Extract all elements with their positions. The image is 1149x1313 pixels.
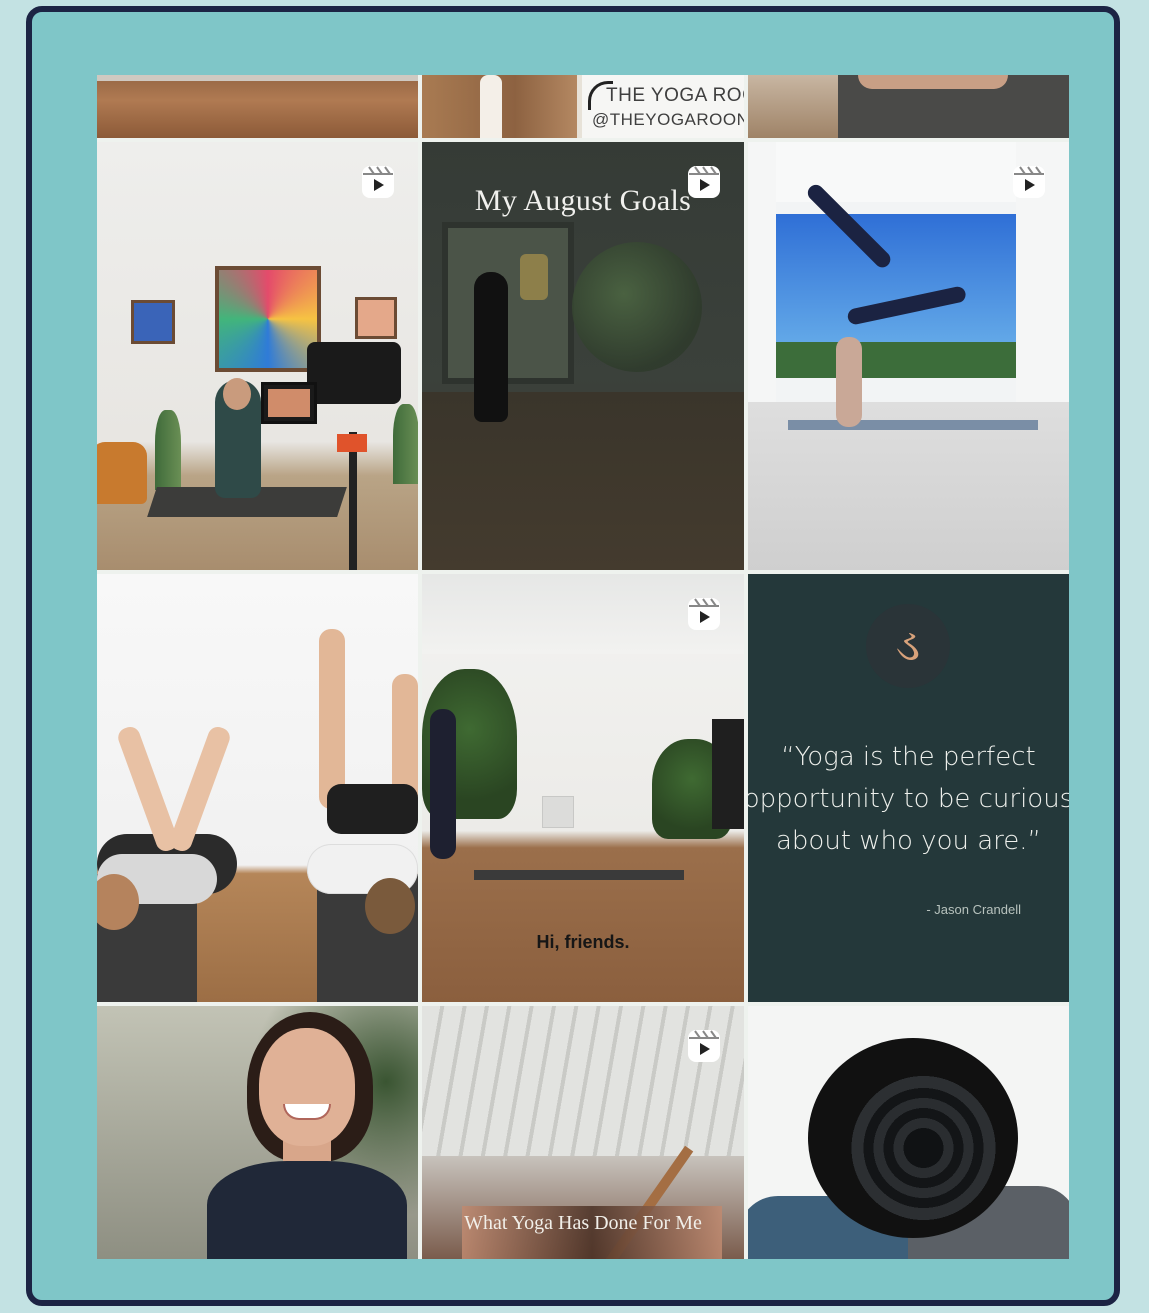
instructor-head (223, 378, 251, 410)
man-right-shorts (327, 784, 418, 834)
dog-painting (215, 266, 321, 372)
window (442, 222, 574, 384)
head-right (365, 878, 415, 934)
plant-left (155, 410, 181, 490)
tank-top (207, 1161, 407, 1259)
quote-line-2: opportunity to be curious (748, 784, 1069, 814)
tripod-clamp (337, 434, 367, 452)
brand-logo-glyph: ડ (895, 620, 921, 671)
orange-stool (97, 442, 147, 504)
grid-tile-instructor-portrait[interactable] (97, 1006, 418, 1259)
reel-caption: Hi, friends. (536, 932, 630, 952)
grid-tile-what-yoga-has-done[interactable]: What Yoga Has Done For Me (422, 1006, 744, 1259)
trees (776, 342, 1036, 378)
woman-walking (474, 272, 508, 422)
reel-play-icon[interactable] (686, 596, 722, 632)
headstand-torso (836, 337, 862, 427)
pole-image (480, 75, 502, 138)
grid-tile-quote[interactable]: ડ “Yoga is the perfect opportunity to be… (748, 574, 1069, 1002)
grid-tile-hi-friends[interactable]: Hi, friends. (422, 574, 744, 1002)
wall-vent (542, 796, 574, 828)
brand-logo-badge: ડ (866, 604, 950, 688)
reel-play-icon[interactable] (1011, 164, 1047, 200)
camera (307, 342, 401, 404)
grid-tile-mat-legs[interactable] (748, 75, 1069, 138)
yoga-mat (474, 870, 684, 880)
grid-tile-wood-floor[interactable] (97, 75, 418, 138)
grid-tile-august-goals[interactable]: My August Goals (422, 142, 744, 570)
instagram-grid: THE YOGA ROC @THEYOGAROON My August Goal… (97, 75, 1069, 1259)
logo-line2: @THEYOGAROON (592, 110, 744, 129)
quote-line-1: “Yoga is the perfect (781, 742, 1036, 772)
grid-tile-studio-filming[interactable] (97, 142, 418, 570)
reel-caption: What Yoga Has Done For Me (464, 1212, 702, 1234)
grid-tile-legs-up-wall[interactable] (97, 574, 418, 1002)
wood-floor (422, 392, 744, 570)
rolled-mat (520, 254, 548, 300)
quote-line-3: about who you are.” (775, 826, 1041, 856)
grid-tile-rolled-mats[interactable] (748, 1006, 1069, 1259)
quote-text: “Yoga is the perfect opportunity to be c… (748, 736, 1069, 862)
reel-play-icon[interactable] (686, 1028, 722, 1064)
pillar-left (748, 142, 776, 402)
small-art-right (355, 297, 397, 339)
reel-play-icon[interactable] (686, 164, 722, 200)
camera-screen (261, 382, 317, 424)
face (259, 1028, 355, 1146)
door (712, 719, 744, 829)
plant-right (393, 404, 418, 484)
leg-image (858, 75, 1008, 89)
grid-tile-headstand[interactable] (748, 142, 1069, 570)
grid-tile-yoga-room-logo[interactable]: THE YOGA ROC @THEYOGAROON (422, 75, 744, 138)
yoga-room-logo: THE YOGA ROC @THEYOGAROON (582, 75, 744, 138)
logo-line1: THE YOGA ROC (606, 85, 744, 106)
feed-frame: THE YOGA ROC @THEYOGAROON My August Goal… (26, 6, 1120, 1306)
yoga-mat (788, 420, 1038, 430)
black-mat-roll (808, 1038, 1018, 1238)
small-art-left (131, 300, 175, 344)
quote-author: - Jason Crandell (926, 902, 1021, 917)
reel-play-icon[interactable] (360, 164, 396, 200)
tripod (331, 432, 375, 570)
fiddle-leaf-plant (572, 242, 702, 372)
leg-c (319, 629, 345, 809)
woman-walking (430, 709, 456, 859)
